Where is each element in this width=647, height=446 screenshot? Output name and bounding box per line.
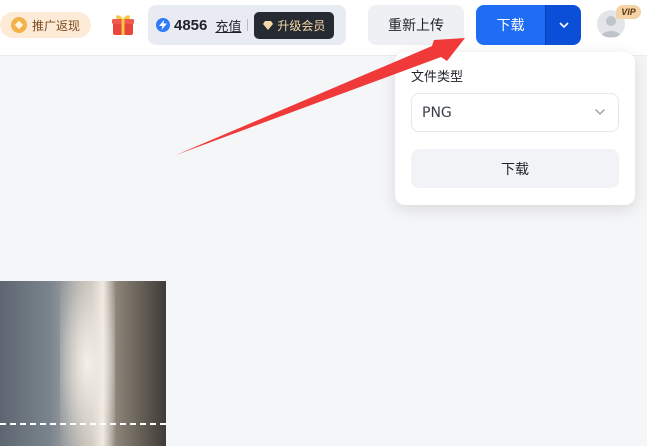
reupload-button[interactable]: 重新上传: [368, 5, 464, 45]
file-type-label: 文件类型: [411, 70, 464, 85]
upgrade-label: 升级会员: [277, 18, 326, 33]
preview-content: [60, 281, 115, 446]
diamond-icon: [263, 21, 274, 30]
download-split-button: 下载: [476, 5, 581, 45]
file-type-select[interactable]: PNG: [411, 93, 619, 132]
promo-cashback-button[interactable]: 推广返现: [0, 12, 91, 38]
file-type-value: PNG: [422, 104, 452, 121]
upgrade-membership-button[interactable]: 升级会员: [254, 11, 335, 39]
download-button[interactable]: 下载: [476, 5, 545, 45]
vip-badge: VIP: [616, 5, 641, 19]
chevron-down-icon: [558, 22, 569, 29]
points-balance: 4856: [174, 16, 208, 34]
download-options-dropdown: 文件类型 PNG 下载: [395, 52, 635, 205]
top-toolbar: 推广返现 4856 充值 升级会员 重新上传 下载 VIP: [0, 0, 647, 56]
dropdown-download-button[interactable]: 下载: [411, 149, 619, 188]
points-panel: 4856 充值 升级会员: [148, 5, 346, 45]
promo-label: 推广返现: [32, 18, 81, 33]
recharge-link[interactable]: 充值: [215, 16, 241, 35]
divider: [247, 19, 249, 31]
coin-icon: [11, 17, 27, 33]
download-options-toggle[interactable]: [546, 5, 581, 45]
gift-icon[interactable]: [110, 11, 136, 37]
crop-guide-line: [0, 423, 166, 425]
image-preview[interactable]: [0, 281, 166, 446]
chevron-down-icon: [595, 109, 605, 115]
bolt-icon: [156, 18, 170, 32]
